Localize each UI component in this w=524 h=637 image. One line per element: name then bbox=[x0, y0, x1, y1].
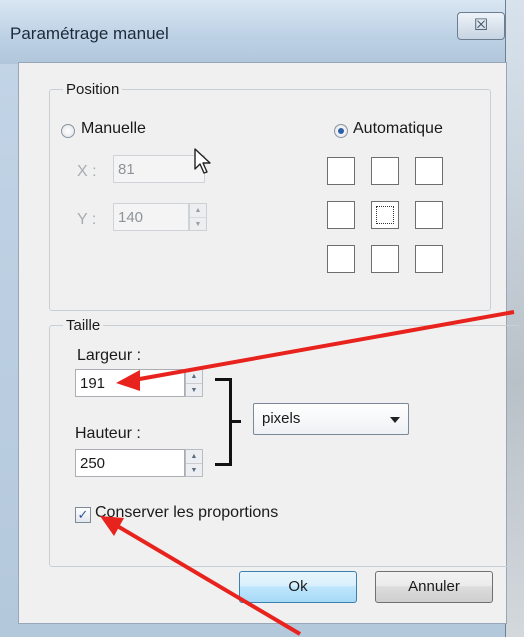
width-input[interactable]: 191 bbox=[75, 369, 185, 397]
ok-button[interactable]: Ok bbox=[239, 571, 357, 603]
width-label: Largeur : bbox=[77, 347, 142, 364]
dialog-title: Paramétrage manuel bbox=[10, 24, 169, 43]
close-button[interactable]: ☒ bbox=[457, 12, 505, 40]
anchor-bottom-right[interactable] bbox=[415, 245, 443, 273]
dialog-window: Paramétrage manuel ☒ Position Manuelle A… bbox=[0, 0, 520, 637]
anchor-top-left[interactable] bbox=[327, 157, 355, 185]
width-spinner[interactable]: ▲ ▼ bbox=[185, 369, 203, 397]
unit-select-value: pixels bbox=[262, 410, 301, 427]
x-label: X : bbox=[77, 163, 97, 180]
position-group-title: Position bbox=[63, 81, 123, 98]
keep-ratio-label[interactable]: Conserver les proportions bbox=[95, 504, 278, 522]
anchor-middle-right[interactable] bbox=[415, 201, 443, 229]
size-group-title: Taille bbox=[63, 317, 104, 334]
y-input[interactable]: 140 bbox=[113, 203, 189, 231]
mouse-cursor-icon bbox=[194, 148, 211, 174]
proportion-link-tick bbox=[231, 420, 241, 423]
anchor-bottom-center[interactable] bbox=[371, 245, 399, 273]
spin-down-icon[interactable]: ▼ bbox=[186, 383, 202, 397]
cancel-button[interactable]: Annuler bbox=[375, 571, 493, 603]
automatic-radio-label[interactable]: Automatique bbox=[353, 120, 443, 138]
spin-up-icon[interactable]: ▲ bbox=[190, 204, 206, 217]
x-input[interactable]: 81 bbox=[113, 155, 205, 183]
keep-ratio-checkbox[interactable]: ✓ bbox=[75, 507, 91, 523]
y-label: Y : bbox=[77, 211, 97, 228]
check-icon: ✓ bbox=[77, 507, 89, 522]
height-label: Hauteur : bbox=[75, 425, 141, 442]
anchor-top-right[interactable] bbox=[415, 157, 443, 185]
automatic-radio[interactable] bbox=[334, 124, 348, 138]
proportion-link-bracket bbox=[215, 378, 232, 466]
spin-up-icon[interactable]: ▲ bbox=[186, 370, 202, 383]
y-spinner[interactable]: ▲ ▼ bbox=[189, 203, 207, 231]
manual-radio[interactable] bbox=[61, 124, 75, 138]
anchor-center[interactable] bbox=[371, 201, 399, 229]
height-spinner[interactable]: ▲ ▼ bbox=[185, 449, 203, 477]
anchor-top-center[interactable] bbox=[371, 157, 399, 185]
dialog-client-area: Position Manuelle Automatique X : 81 Y :… bbox=[18, 62, 520, 624]
height-input[interactable]: 250 bbox=[75, 449, 185, 477]
close-icon: ☒ bbox=[473, 17, 489, 34]
spin-up-icon[interactable]: ▲ bbox=[186, 450, 202, 463]
anchor-middle-left[interactable] bbox=[327, 201, 355, 229]
chevron-down-icon bbox=[390, 417, 400, 423]
unit-select[interactable]: pixels bbox=[253, 403, 409, 435]
spin-down-icon[interactable]: ▼ bbox=[190, 217, 206, 231]
title-bar[interactable]: Paramétrage manuel ☒ bbox=[0, 0, 505, 64]
spin-down-icon[interactable]: ▼ bbox=[186, 463, 202, 477]
manual-radio-label[interactable]: Manuelle bbox=[81, 120, 146, 138]
anchor-bottom-left[interactable] bbox=[327, 245, 355, 273]
